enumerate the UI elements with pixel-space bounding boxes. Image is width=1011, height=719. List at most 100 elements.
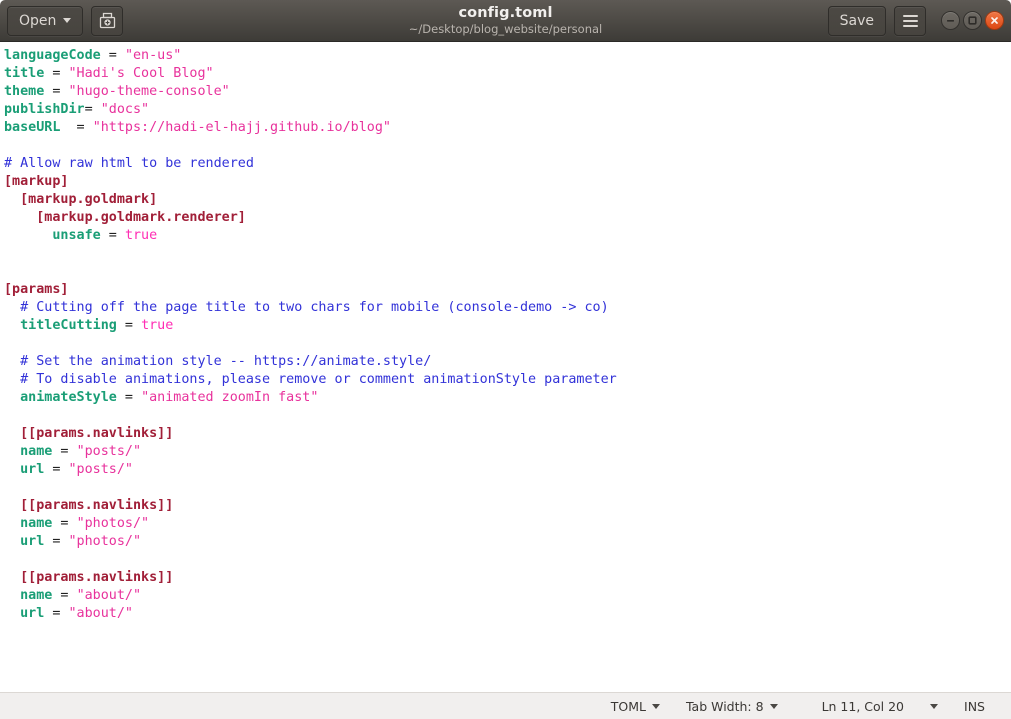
code-token-op: = <box>116 390 142 405</box>
minimize-button[interactable] <box>941 11 960 30</box>
code-token-op: = <box>44 462 69 477</box>
code-token-key: url <box>20 534 45 549</box>
save-button-label: Save <box>839 12 874 29</box>
editor-area[interactable]: languageCode = "en-us" title = "Hadi's Co… <box>0 42 1011 692</box>
code-line: [markup.goldmark.renderer] <box>4 209 1011 227</box>
code-line: [[params.navlinks]] <box>4 569 1011 587</box>
titlebar-right-controls: Save <box>827 5 1004 36</box>
code-token-key: animateStyle <box>20 390 117 405</box>
code-line: name = "photos/" <box>4 515 1011 533</box>
code-line: ​ <box>4 137 1011 155</box>
code-line: # To disable animations, please remove o… <box>4 371 1011 389</box>
code-line: unsafe = true <box>4 227 1011 245</box>
source-code-text[interactable]: languageCode = "en-us" title = "Hadi's Co… <box>0 42 1011 623</box>
code-line: name = "posts/" <box>4 443 1011 461</box>
code-line: ​ <box>4 551 1011 569</box>
code-token-op: = <box>52 588 77 603</box>
code-line: title = "Hadi's Cool Blog" <box>4 65 1011 83</box>
code-token-str: "posts/" <box>76 444 142 459</box>
maximize-button[interactable] <box>963 11 982 30</box>
code-token-table: [markup] <box>4 174 69 189</box>
code-line: name = "about/" <box>4 587 1011 605</box>
tab-width-label: Tab Width: 8 <box>685 698 764 714</box>
language-selector[interactable]: TOML <box>598 693 673 719</box>
code-line: # Allow raw html to be rendered <box>4 155 1011 173</box>
cursor-position: Ln 11, Col 20 <box>809 693 917 719</box>
code-line: [markup] <box>4 173 1011 191</box>
new-document-button[interactable] <box>91 5 124 36</box>
cursor-position-menu[interactable] <box>917 693 951 719</box>
code-line: ​ <box>4 479 1011 497</box>
code-line: ​ <box>4 245 1011 263</box>
language-label: TOML <box>610 698 646 714</box>
code-line: url = "about/" <box>4 605 1011 623</box>
code-line: [markup.goldmark] <box>4 191 1011 209</box>
open-button[interactable]: Open <box>7 5 84 36</box>
code-token-key: name <box>20 588 53 603</box>
code-token-key: url <box>20 462 45 477</box>
code-token-comment: # To disable animations, please remove o… <box>20 372 617 387</box>
cursor-position-label: Ln 11, Col 20 <box>821 698 905 714</box>
code-token-str: "https://hadi-el-hajj.github.io/blog" <box>92 120 391 135</box>
code-line: animateStyle = "animated zoomIn fast" <box>4 389 1011 407</box>
chevron-down-icon <box>651 703 660 709</box>
code-token-str: "posts/" <box>68 462 134 477</box>
code-token-str: "photos/" <box>76 516 150 531</box>
code-line: ​ <box>4 335 1011 353</box>
chevron-down-icon <box>769 703 778 709</box>
code-token-key: name <box>20 516 53 531</box>
code-line: theme = "hugo-theme-console" <box>4 83 1011 101</box>
code-line: baseURL = "https://hadi-el-hajj.github.i… <box>4 119 1011 137</box>
insert-mode-indicator[interactable]: INS <box>951 693 998 719</box>
code-token-op: = <box>52 516 77 531</box>
code-token-table: [markup.goldmark.renderer] <box>36 210 246 225</box>
gedit-window: Open config.toml ~/Desktop/blog_website/… <box>0 0 1011 719</box>
code-token-table: [[params.navlinks]] <box>20 498 174 513</box>
code-token-key: titleCutting <box>20 318 117 333</box>
code-token-comment: # Cutting off the page title to two char… <box>20 300 609 315</box>
code-token-op: = <box>44 84 69 99</box>
main-menu-button[interactable] <box>894 5 926 36</box>
tab-width-selector[interactable]: Tab Width: 8 <box>673 693 791 719</box>
window-title: config.toml <box>458 5 553 21</box>
code-token-op: = <box>100 228 125 243</box>
code-line: url = "photos/" <box>4 533 1011 551</box>
code-token-op: = <box>84 102 101 117</box>
code-token-table: [[params.navlinks]] <box>20 426 174 441</box>
code-line: publishDir= "docs" <box>4 101 1011 119</box>
code-line: # Cutting off the page title to two char… <box>4 299 1011 317</box>
save-button[interactable]: Save <box>827 5 886 36</box>
code-line: languageCode = "en-us" <box>4 47 1011 65</box>
window-titlebar: Open config.toml ~/Desktop/blog_website/… <box>0 0 1011 42</box>
code-line: ​ <box>4 407 1011 425</box>
code-token-str: "docs" <box>100 102 150 117</box>
close-button[interactable] <box>985 11 1004 30</box>
code-token-key: name <box>20 444 53 459</box>
code-token-key: languageCode <box>4 48 101 63</box>
code-token-key: title <box>4 66 45 81</box>
code-token-comment: # Set the animation style -- https://ani… <box>20 354 432 369</box>
code-token-op: = <box>44 606 69 621</box>
hamburger-menu-icon <box>902 14 918 27</box>
window-controls <box>941 11 1004 30</box>
status-bar: TOML Tab Width: 8 Ln 11, Col 20 INS <box>0 692 1011 719</box>
code-line: [params] <box>4 281 1011 299</box>
code-token-key: publishDir <box>4 102 85 117</box>
code-token-str: "en-us" <box>124 48 182 63</box>
code-line: url = "posts/" <box>4 461 1011 479</box>
code-token-str: "hugo-theme-console" <box>68 84 230 99</box>
code-token-table: [markup.goldmark] <box>20 192 158 207</box>
